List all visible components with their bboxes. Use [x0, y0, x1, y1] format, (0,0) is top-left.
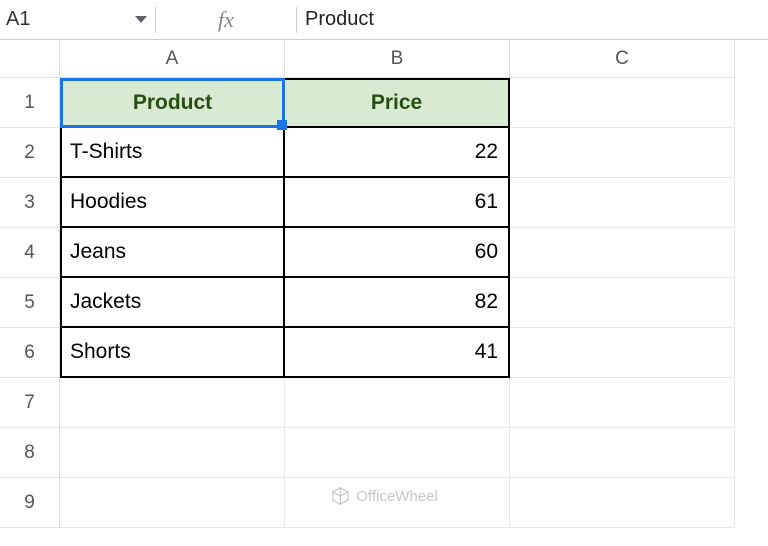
- cell-A1[interactable]: Product: [60, 78, 285, 128]
- row-header-6[interactable]: 6: [0, 328, 60, 378]
- name-box[interactable]: A1: [0, 0, 155, 39]
- cell-B6[interactable]: 41: [285, 328, 510, 378]
- cell-A6[interactable]: Shorts: [60, 328, 285, 378]
- cell-C3[interactable]: [510, 178, 735, 228]
- cell-C6[interactable]: [510, 328, 735, 378]
- grid-row-6: Shorts 41: [60, 328, 735, 378]
- cell-B2[interactable]: 22: [285, 128, 510, 178]
- cell-B3[interactable]: 61: [285, 178, 510, 228]
- grid-row-1: Product Price: [60, 78, 735, 128]
- row-header-5[interactable]: 5: [0, 278, 60, 328]
- row-header-8[interactable]: 8: [0, 428, 60, 478]
- cell-C8[interactable]: [510, 428, 735, 478]
- watermark: OfficeWheel: [330, 486, 437, 506]
- col-header-B[interactable]: B: [285, 40, 510, 78]
- cell-C5[interactable]: [510, 278, 735, 328]
- cell-A2[interactable]: T-Shirts: [60, 128, 285, 178]
- col-header-A[interactable]: A: [60, 40, 285, 78]
- grid-body: Product Price T-Shirts 22 Hoodies 61 Jea…: [60, 78, 735, 528]
- watermark-text: OfficeWheel: [356, 488, 437, 505]
- cell-A8[interactable]: [60, 428, 285, 478]
- cell-B5[interactable]: 82: [285, 278, 510, 328]
- row-header-1[interactable]: 1: [0, 78, 60, 128]
- formula-input[interactable]: Product: [297, 8, 374, 31]
- row-header-2[interactable]: 2: [0, 128, 60, 178]
- cell-C1[interactable]: [510, 78, 735, 128]
- grid-row-3: Hoodies 61: [60, 178, 735, 228]
- cell-A4[interactable]: Jeans: [60, 228, 285, 278]
- cell-B1[interactable]: Price: [285, 78, 510, 128]
- watermark-icon: [330, 486, 350, 506]
- grid-row-2: T-Shirts 22: [60, 128, 735, 178]
- fx-label: fx: [156, 7, 296, 33]
- sheet-area: 1 2 3 4 5 6 7 8 9 A B C Product Price: [0, 40, 768, 528]
- column-headers: A B C: [60, 40, 735, 78]
- name-box-value: A1: [6, 8, 30, 31]
- col-header-C[interactable]: C: [510, 40, 735, 78]
- cell-B8[interactable]: [285, 428, 510, 478]
- cell-A3[interactable]: Hoodies: [60, 178, 285, 228]
- select-all-corner[interactable]: [0, 40, 60, 78]
- row-header-4[interactable]: 4: [0, 228, 60, 278]
- cell-A9[interactable]: [60, 478, 285, 528]
- formula-bar: A1 fx Product: [0, 0, 768, 40]
- cell-A7[interactable]: [60, 378, 285, 428]
- row-header-9[interactable]: 9: [0, 478, 60, 528]
- cell-C2[interactable]: [510, 128, 735, 178]
- row-headers: 1 2 3 4 5 6 7 8 9: [0, 78, 60, 528]
- grid-row-7: [60, 378, 735, 428]
- dropdown-icon[interactable]: [135, 16, 147, 23]
- grid-row-4: Jeans 60: [60, 228, 735, 278]
- cell-A5[interactable]: Jackets: [60, 278, 285, 328]
- cell-C4[interactable]: [510, 228, 735, 278]
- row-header-7[interactable]: 7: [0, 378, 60, 428]
- cell-B4[interactable]: 60: [285, 228, 510, 278]
- grid-row-5: Jackets 82: [60, 278, 735, 328]
- cell-B7[interactable]: [285, 378, 510, 428]
- grid-row-8: [60, 428, 735, 478]
- cell-C7[interactable]: [510, 378, 735, 428]
- row-header-3[interactable]: 3: [0, 178, 60, 228]
- cell-C9[interactable]: [510, 478, 735, 528]
